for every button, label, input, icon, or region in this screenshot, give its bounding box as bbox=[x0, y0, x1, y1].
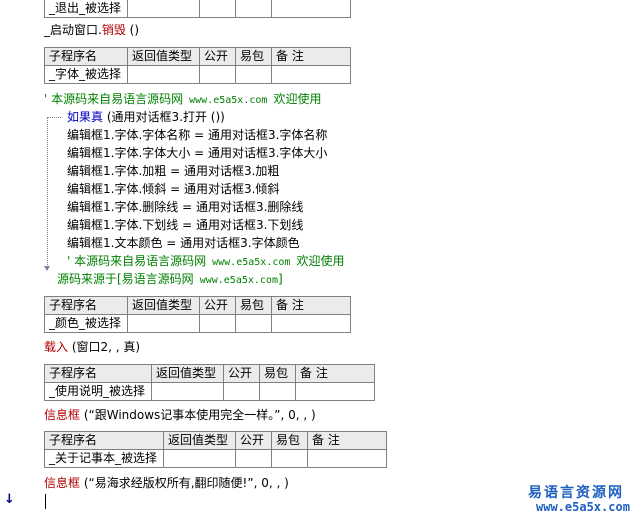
header-return-type: 返回值类型 bbox=[127, 296, 200, 315]
code-line-strikeout[interactable]: 编辑框1.字体.删除线 = 通用对话框3.删除线 bbox=[67, 198, 303, 216]
return-type-cell[interactable] bbox=[127, 65, 200, 84]
header-return-type: 返回值类型 bbox=[163, 431, 236, 450]
header-note: 备 注 bbox=[271, 296, 351, 315]
header-public: 公开 bbox=[199, 296, 236, 315]
text-caret bbox=[45, 494, 46, 509]
note-cell[interactable] bbox=[271, 314, 351, 333]
msgbox-command: 信息框 bbox=[44, 476, 81, 490]
easy-pkg-cell[interactable] bbox=[259, 382, 296, 401]
easy-pkg-cell[interactable] bbox=[235, 0, 272, 18]
return-type-cell[interactable] bbox=[127, 0, 200, 18]
header-note: 备 注 bbox=[295, 364, 375, 383]
msgbox-command: 信息框 bbox=[44, 408, 81, 422]
header-easy-pkg: 易包 bbox=[235, 47, 272, 66]
code-line-font-name[interactable]: 编辑框1.字体.字体名称 = 通用对话框3.字体名称 bbox=[67, 126, 327, 144]
sub-name-cell[interactable]: _使用说明_被选择 bbox=[44, 382, 152, 401]
public-cell[interactable] bbox=[235, 449, 272, 468]
comment-line-inner[interactable]: ' 本源码来自易语言源码网 www.e5a5x.com 欢迎使用 bbox=[67, 252, 344, 270]
watermark-logo-url: www.e5a5x.com bbox=[536, 500, 630, 514]
flow-guide-line bbox=[47, 117, 48, 267]
code-line-msgbox-1[interactable]: 信息框 (“跟Windows记事本使用完全一样。”, 0, , ) bbox=[44, 406, 316, 424]
header-public: 公开 bbox=[235, 431, 272, 450]
header-public: 公开 bbox=[199, 47, 236, 66]
flow-arrow-icon bbox=[44, 266, 50, 271]
note-cell[interactable] bbox=[271, 65, 351, 84]
code-line-destroy[interactable]: _启动窗口.销毁 () bbox=[44, 21, 139, 39]
sub-name-cell[interactable]: _退出_被选择 bbox=[44, 0, 128, 18]
return-type-cell[interactable] bbox=[163, 449, 236, 468]
header-sub-name: 子程序名 bbox=[44, 431, 164, 450]
sub-table-font: 子程序名 返回值类型 公开 易包 备 注 _字体_被选择 bbox=[44, 47, 351, 84]
flow-guide-top bbox=[47, 117, 61, 118]
code-line-bold[interactable]: 编辑框1.字体.加粗 = 通用对话框3.加粗 bbox=[67, 162, 279, 180]
sub-table-usage: 子程序名 返回值类型 公开 易包 备 注 _使用说明_被选择 bbox=[44, 364, 375, 401]
note-cell[interactable] bbox=[295, 382, 375, 401]
header-sub-name: 子程序名 bbox=[44, 364, 152, 383]
code-line-underline[interactable]: 编辑框1.字体.下划线 = 通用对话框3.下划线 bbox=[67, 216, 303, 234]
watermark-logo-cn: 易语言资源网 bbox=[528, 485, 624, 501]
header-return-type: 返回值类型 bbox=[127, 47, 200, 66]
header-note: 备 注 bbox=[271, 47, 351, 66]
header-note: 备 注 bbox=[307, 431, 387, 450]
comment-line-source-2[interactable]: 源码来源于[易语言源码网 www.e5a5x.com] bbox=[57, 270, 283, 288]
load-command: 载入 bbox=[44, 340, 69, 354]
easy-pkg-cell[interactable] bbox=[235, 65, 272, 84]
note-cell[interactable] bbox=[307, 449, 387, 468]
code-line-font-size[interactable]: 编辑框1.字体.字体大小 = 通用对话框3.字体大小 bbox=[67, 144, 327, 162]
code-line-text-color[interactable]: 编辑框1.文本颜色 = 通用对话框3.字体颜色 bbox=[67, 234, 300, 252]
sub-table-color: 子程序名 返回值类型 公开 易包 备 注 _颜色_被选择 bbox=[44, 296, 351, 333]
public-cell[interactable] bbox=[199, 65, 236, 84]
header-easy-pkg: 易包 bbox=[259, 364, 296, 383]
destroy-method: 销毁 bbox=[101, 23, 126, 37]
comment-line-source[interactable]: ' 本源码来自易语言源码网 www.e5a5x.com 欢迎使用 bbox=[44, 90, 321, 108]
sub-name-cell[interactable]: _字体_被选择 bbox=[44, 65, 128, 84]
public-cell[interactable] bbox=[223, 382, 260, 401]
header-easy-pkg: 易包 bbox=[271, 431, 308, 450]
sub-name-cell[interactable]: _颜色_被选择 bbox=[44, 314, 128, 333]
sub-table-about: 子程序名 返回值类型 公开 易包 备 注 _关于记事本_被选择 bbox=[44, 431, 387, 468]
return-type-cell[interactable] bbox=[151, 382, 224, 401]
note-cell[interactable] bbox=[271, 0, 351, 18]
header-easy-pkg: 易包 bbox=[235, 296, 272, 315]
sub-name-cell[interactable]: _关于记事本_被选择 bbox=[44, 449, 164, 468]
header-return-type: 返回值类型 bbox=[151, 364, 224, 383]
easy-pkg-cell[interactable] bbox=[235, 314, 272, 333]
public-cell[interactable] bbox=[199, 314, 236, 333]
header-public: 公开 bbox=[223, 364, 260, 383]
easy-pkg-cell[interactable] bbox=[271, 449, 308, 468]
if-keyword: 如果真 bbox=[67, 110, 104, 124]
code-line-msgbox-2[interactable]: 信息框 (“易海求经版权所有,翻印随便!”, 0, , ) bbox=[44, 474, 289, 492]
sub-table-exit: _退出_被选择 bbox=[44, 0, 351, 18]
public-cell[interactable] bbox=[199, 0, 236, 18]
return-type-cell[interactable] bbox=[127, 314, 200, 333]
if-statement-line[interactable]: 如果真 (通用对话框3.打开 ()) bbox=[67, 108, 225, 126]
code-line-load[interactable]: 载入 (窗口2, , 真) bbox=[44, 338, 140, 356]
current-line-arrow-icon: ↓ bbox=[4, 492, 15, 507]
header-sub-name: 子程序名 bbox=[44, 47, 128, 66]
header-sub-name: 子程序名 bbox=[44, 296, 128, 315]
code-line-italic[interactable]: 编辑框1.字体.倾斜 = 通用对话框3.倾斜 bbox=[67, 180, 279, 198]
